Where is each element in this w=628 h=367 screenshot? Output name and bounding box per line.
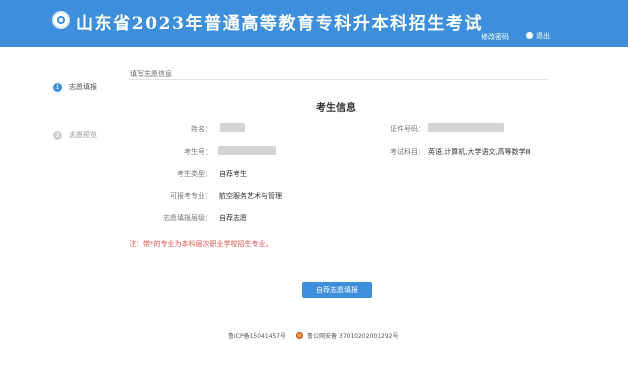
police-record-link[interactable]: 鲁公网安备 37010202001292号 [307, 331, 398, 340]
step-volunteer-preview[interactable]: 2 志愿预览 [53, 130, 97, 140]
site-title: 山东省2023年普通高等教育专科升本科招生考试 [76, 14, 484, 34]
step-number: 1 [53, 82, 62, 92]
level-value: 自荐志愿 [219, 214, 247, 222]
step-label: 志愿填报 [69, 83, 97, 91]
logout-label: 退出 [536, 31, 550, 40]
candidate-type-value: 自荐考生 [219, 170, 247, 178]
subjects-label: 考试科目： [390, 148, 425, 156]
change-password-link[interactable]: 修改密码 [481, 32, 509, 42]
step-number: 2 [53, 130, 62, 140]
step-label: 志愿预览 [69, 131, 97, 139]
candidate-type-label: 考生类型： [177, 170, 212, 178]
logout-icon [526, 32, 533, 39]
header-bar: 山东省2023年普通高等教育专科升本科招生考试 修改密码 退出 [0, 0, 628, 47]
form-title: 考生信息 [316, 103, 356, 114]
exam-number-value-redacted [218, 146, 276, 155]
name-label: 姓名： [191, 125, 212, 133]
self-recommend-submit-button[interactable]: 自荐志愿填报 [302, 282, 372, 298]
logout-link[interactable]: 退出 [526, 31, 550, 40]
major-value: 航空服务艺术与管理 [219, 192, 282, 200]
major-label: 可报考专业： [170, 192, 212, 200]
section-title: 填写志愿信息 [130, 70, 172, 78]
id-number-label: 证件号码： [390, 125, 425, 133]
id-number-value-redacted [428, 123, 504, 132]
subjects-value: 英语,计算机,大学语文,高等数学Ⅲ [428, 148, 531, 156]
section-divider [129, 79, 547, 80]
exam-number-label: 考生号： [184, 148, 212, 156]
step-volunteer-fill[interactable]: 1 志愿填报 [53, 82, 97, 92]
site-logo-icon [52, 11, 70, 29]
name-value-redacted [220, 123, 245, 132]
note-text: 注：带*的专业为本科层次职业学校招生专业。 [129, 240, 273, 248]
police-badge-icon [296, 332, 304, 339]
footer: 鲁ICP备15041457号 鲁公网安备 37010202001292号 [228, 331, 398, 340]
level-label: 志愿填报层级： [163, 214, 212, 222]
icp-link[interactable]: 鲁ICP备15041457号 [228, 331, 286, 340]
